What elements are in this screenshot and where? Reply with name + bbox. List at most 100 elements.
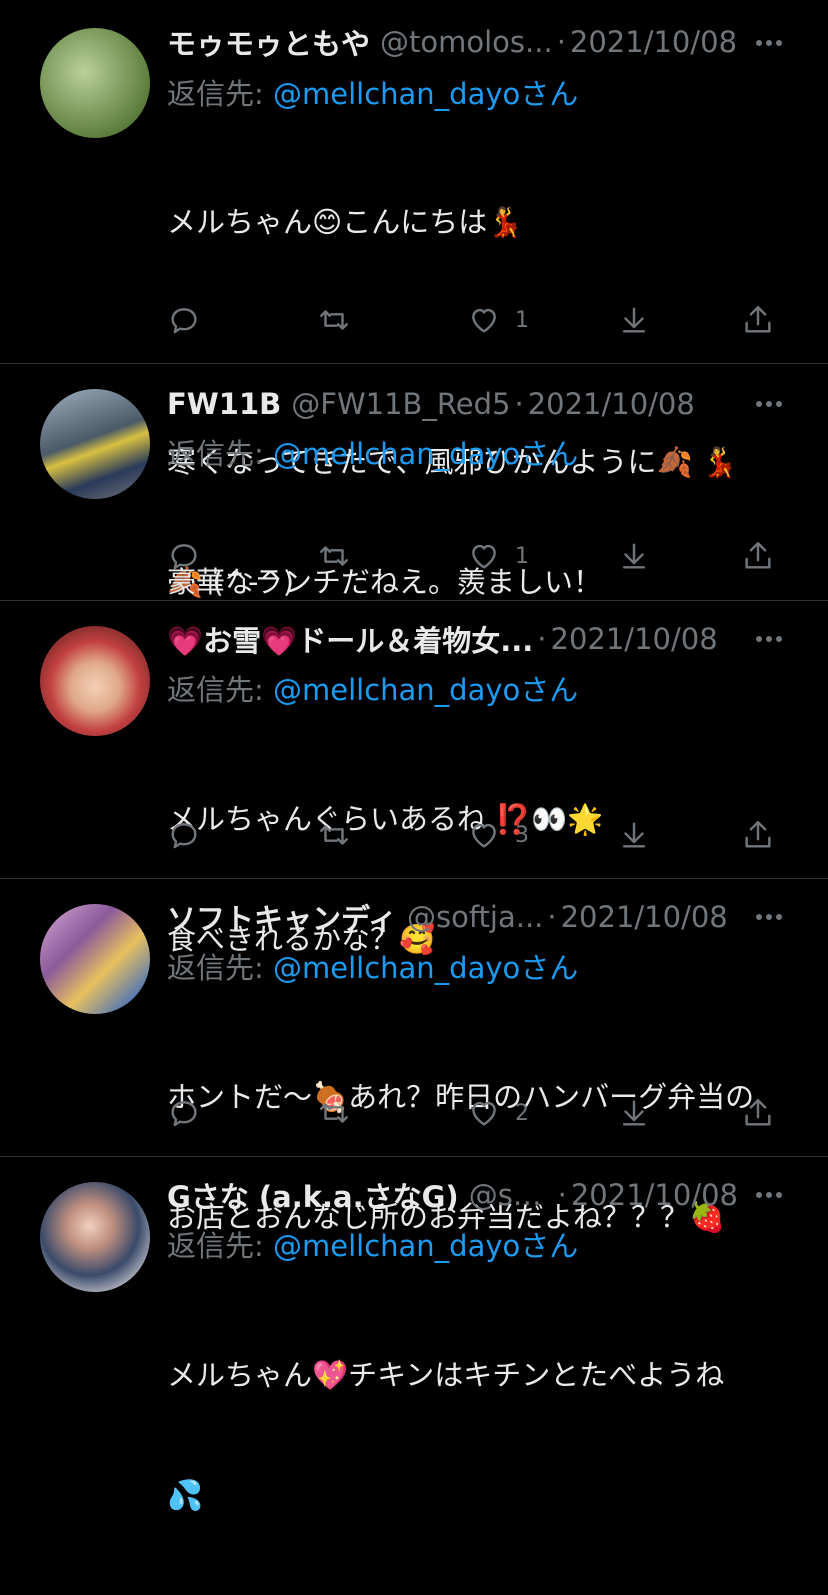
tweet-actions: 2 <box>167 1093 787 1133</box>
display-name[interactable]: ソフトキャンディ <box>167 897 397 937</box>
avatar[interactable] <box>40 626 150 736</box>
retweet-button[interactable] <box>317 815 351 855</box>
reply-label: 返信先: <box>167 951 264 985</box>
more-icon[interactable] <box>754 389 784 419</box>
tweet-text-line: 💦 <box>167 1478 204 1512</box>
tweet-actions: 1 <box>167 536 787 576</box>
bookmark-icon <box>622 307 646 333</box>
tweet-actions: 1 <box>167 300 787 340</box>
retweet-button[interactable] <box>317 300 351 340</box>
share-icon <box>745 542 771 569</box>
tweet-text-line: メルちゃん💖チキンはキチンとたべようね <box>167 1358 725 1392</box>
reply-label: 返信先: <box>167 673 264 707</box>
display-name[interactable]: モゥモゥともや <box>167 22 370 62</box>
tweet-date[interactable]: 2021/10/08 <box>570 25 737 59</box>
display-name[interactable]: FW11B <box>167 387 281 421</box>
reply-suffix: さん <box>520 437 579 471</box>
reply-label: 返信先: <box>167 1229 264 1263</box>
reply-button[interactable] <box>167 536 201 576</box>
reply-suffix: さん <box>520 77 579 111</box>
like-count: 1 <box>515 307 529 333</box>
bookmark-button[interactable] <box>617 300 651 340</box>
tweet-text: メルちゃん💖チキンはキチンとたべようね 💦 <box>167 1275 787 1595</box>
reply-to-line: 返信先: @mellchan_dayoさん <box>167 945 578 987</box>
retweet-icon <box>320 1103 348 1123</box>
heart-icon <box>472 1101 496 1126</box>
more-icon[interactable] <box>754 28 784 58</box>
share-button[interactable] <box>741 536 775 576</box>
reply-label: 返信先: <box>167 77 264 111</box>
reply-mention-link[interactable]: @mellchan_dayo <box>273 951 520 985</box>
avatar[interactable] <box>40 1182 150 1292</box>
like-button[interactable]: 2 <box>467 1093 529 1133</box>
retweet-icon <box>320 546 348 566</box>
tweet[interactable]: ソフトキャンディ @softja... · 2021/10/08 返信先: @m… <box>0 879 828 1234</box>
retweet-button[interactable] <box>317 536 351 576</box>
like-button[interactable]: 3 <box>467 815 529 855</box>
reply-label: 返信先: <box>167 437 264 471</box>
like-count: 2 <box>515 1100 529 1126</box>
retweet-button[interactable] <box>317 1093 351 1133</box>
avatar[interactable] <box>40 904 150 1014</box>
reply-icon <box>171 308 197 334</box>
tweet[interactable]: モゥモゥともや @tomolos... · 2021/10/08 返信先: @m… <box>0 0 828 599</box>
reply-icon <box>171 1101 197 1127</box>
reply-to-line: 返信先: @mellchan_dayoさん <box>167 1223 578 1265</box>
tweet-date[interactable]: 2021/10/08 <box>528 387 695 421</box>
reply-suffix: さん <box>520 1229 579 1263</box>
tweet[interactable]: 💗お雪💗ドール＆着物女... · 2021/10/08 返信先: @mellch… <box>0 601 828 956</box>
bookmark-button[interactable] <box>617 815 651 855</box>
bookmark-icon <box>622 822 646 848</box>
reply-icon <box>171 823 197 849</box>
reply-mention-link[interactable]: @mellchan_dayo <box>273 1229 520 1263</box>
avatar[interactable] <box>40 389 150 499</box>
share-icon <box>745 306 771 333</box>
share-button[interactable] <box>741 815 775 855</box>
like-button[interactable]: 1 <box>467 300 529 340</box>
more-icon[interactable] <box>754 624 784 654</box>
reply-button[interactable] <box>167 1093 201 1133</box>
share-icon <box>745 1099 771 1126</box>
tweet-text-line: メルちゃん😊こんにちは💃 <box>167 205 524 239</box>
heart-icon <box>472 308 496 333</box>
display-name[interactable]: 💗お雪💗ドール＆着物女... <box>167 619 533 659</box>
reply-button[interactable] <box>167 815 201 855</box>
bookmark-icon <box>622 1100 646 1126</box>
retweet-icon <box>320 825 348 845</box>
user-handle[interactable]: @FW11B_Red5 <box>291 387 510 421</box>
tweet-date[interactable]: 2021/10/08 <box>551 622 718 656</box>
more-icon[interactable] <box>754 902 784 932</box>
like-count: 3 <box>515 822 529 848</box>
reply-mention-link[interactable]: @mellchan_dayo <box>273 673 520 707</box>
like-button[interactable]: 1 <box>467 536 529 576</box>
more-icon[interactable] <box>754 1180 784 1210</box>
tweet[interactable]: Gさな (a.k.a.さなG) @sa... · 2021/10/08 返信先:… <box>0 1157 828 1512</box>
tweet-date[interactable]: 2021/10/08 <box>561 900 728 934</box>
user-handle[interactable]: @sa... <box>469 1178 554 1212</box>
bookmark-icon <box>622 543 646 569</box>
share-button[interactable] <box>741 1093 775 1133</box>
reply-button[interactable] <box>167 300 201 340</box>
tweet-actions: 3 <box>167 815 787 855</box>
tweet-date[interactable]: 2021/10/08 <box>571 1178 738 1212</box>
reply-to-line: 返信先: @mellchan_dayoさん <box>167 667 578 709</box>
reply-to-line: 返信先: @mellchan_dayoさん <box>167 71 578 113</box>
user-handle[interactable]: @tomolos... <box>380 25 553 59</box>
reply-suffix: さん <box>520 951 579 985</box>
bookmark-button[interactable] <box>617 1093 651 1133</box>
tweet[interactable]: FW11B @FW11B_Red5 · 2021/10/08 返信先: @mel… <box>0 364 828 601</box>
share-icon <box>745 821 771 848</box>
reply-to-line: 返信先: @mellchan_dayoさん <box>167 431 578 473</box>
reply-icon <box>171 544 197 570</box>
avatar[interactable] <box>40 28 150 138</box>
heart-icon <box>472 544 496 569</box>
user-handle[interactable]: @softja... <box>407 900 543 934</box>
share-button[interactable] <box>741 300 775 340</box>
display-name[interactable]: Gさな (a.k.a.さなG) <box>167 1175 459 1215</box>
reply-suffix: さん <box>520 673 579 707</box>
reply-mention-link[interactable]: @mellchan_dayo <box>273 77 520 111</box>
retweet-icon <box>320 310 348 330</box>
reply-mention-link[interactable]: @mellchan_dayo <box>273 437 520 471</box>
like-count: 1 <box>515 543 529 569</box>
bookmark-button[interactable] <box>617 536 651 576</box>
